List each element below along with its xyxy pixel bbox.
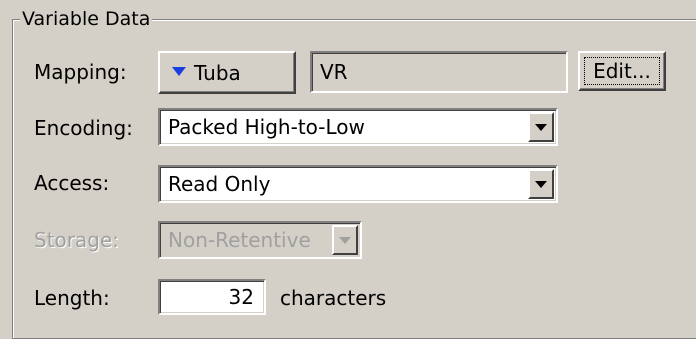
access-label: Access: [34,171,110,195]
encoding-selected-text: Packed High-to-Low [168,115,365,139]
length-label: Length: [34,286,110,310]
encoding-select[interactable]: Packed High-to-Low [158,108,558,146]
mapping-value-field: VR [310,51,568,93]
encoding-dropdown-button[interactable] [528,112,554,142]
group-title: Variable Data [20,7,153,31]
storage-select: Non-Retentive [158,221,362,259]
chevron-down-icon [535,123,547,131]
mapping-value-text: VR [320,60,348,84]
storage-dropdown-button [332,225,358,255]
mapping-menu-button[interactable]: Tuba [158,51,296,94]
access-select[interactable]: Read Only [158,165,558,203]
mapping-label: Mapping: [34,60,127,84]
length-unit-label: characters [280,286,387,310]
access-selected-text: Read Only [168,172,271,196]
storage-selected-text: Non-Retentive [168,228,311,252]
edit-button[interactable]: Edit... [578,51,666,91]
mapping-button-label: Tuba [194,60,241,85]
chevron-down-icon [535,180,547,188]
length-input[interactable]: 32 [158,279,266,315]
storage-label: Storage: [34,228,119,252]
length-value: 32 [228,285,254,309]
access-dropdown-button[interactable] [528,169,554,199]
chevron-down-icon [339,236,351,244]
edit-button-label: Edit... [584,57,660,85]
dropdown-triangle-icon [172,67,186,76]
encoding-label: Encoding: [34,116,133,140]
